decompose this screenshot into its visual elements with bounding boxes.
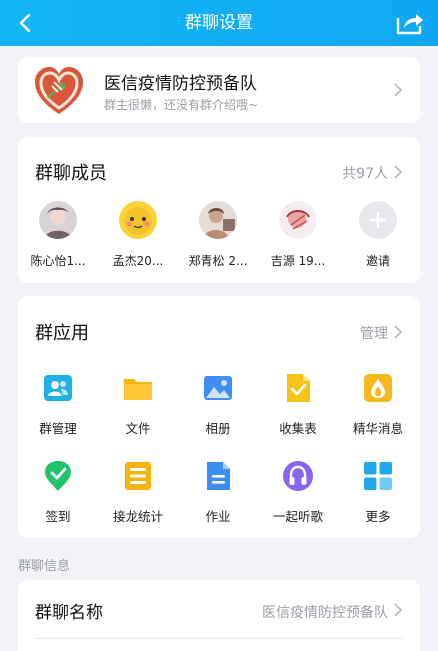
member-count-link[interactable]: 共97人 [342, 163, 388, 183]
page-title: 群聊设置 [185, 13, 253, 33]
member-name: 吉源 19... [270, 254, 326, 268]
members-section-title: 群聊成员 [35, 163, 107, 184]
invite-label: 邀请 [365, 254, 390, 268]
more-apps-icon [364, 462, 392, 490]
group-profile-card[interactable]: 医信疫情防控预备队 群主很懒，还没有群介绍哦~ [18, 57, 420, 123]
apps-section-title: 群应用 [35, 323, 89, 344]
group-info-section-label: 群聊信息 [18, 559, 71, 574]
invite-button[interactable]: 邀请 [338, 201, 418, 269]
member-item[interactable]: 陈心怡1... [18, 201, 98, 269]
app-label: 一起听歌 [272, 509, 323, 524]
app-label: 相册 [205, 421, 231, 436]
divider [35, 638, 403, 639]
top-bar: 群聊设置 [0, 0, 438, 46]
group-name: 医信疫情防控预备队 [104, 74, 257, 94]
relay-stats-icon [125, 462, 151, 490]
chevron-right-icon [394, 603, 403, 617]
group-description: 群主很懒，还没有群介绍哦~ [104, 98, 259, 112]
app-label: 签到 [45, 509, 71, 524]
app-homework[interactable]: 作业 [178, 460, 258, 525]
app-listen-together[interactable]: 一起听歌 [258, 460, 338, 525]
app-check-in[interactable]: 签到 [18, 460, 98, 525]
check-in-icon [45, 461, 71, 491]
group-name-row-label: 群聊名称 [35, 603, 103, 623]
app-label: 接龙统计 [112, 509, 163, 524]
avatar [39, 201, 77, 239]
app-label: 作业 [205, 509, 231, 524]
app-photo-album[interactable]: 相册 [178, 372, 258, 437]
member-item[interactable]: 吉源 19... [258, 201, 338, 269]
chevron-right-icon[interactable] [393, 324, 403, 340]
listen-music-icon [283, 461, 313, 491]
members-card: 群聊成员 共97人 陈心怡1... 孟杰20... 郑青松 2... 吉源 19… [18, 137, 420, 283]
app-label: 群管理 [39, 421, 77, 436]
app-collect-form[interactable]: 收集表 [258, 372, 338, 437]
member-name: 陈心怡1... [30, 254, 86, 268]
essence-icon [364, 374, 392, 402]
photo-album-icon [204, 376, 232, 400]
homework-icon [207, 462, 230, 490]
folder-icon [124, 379, 152, 400]
plus-icon [359, 201, 397, 239]
app-label: 收集表 [279, 421, 317, 436]
manage-apps-link[interactable]: 管理 [360, 323, 388, 343]
member-item[interactable]: 郑青松 2... [178, 201, 258, 269]
collect-form-icon [287, 374, 310, 402]
group-manage-icon [44, 375, 72, 401]
chevron-right-icon [394, 83, 403, 97]
member-item[interactable]: 孟杰20... [98, 201, 178, 269]
app-label: 更多 [365, 509, 391, 524]
app-relay-stats[interactable]: 接龙统计 [98, 460, 178, 525]
chevron-right-icon[interactable] [393, 164, 403, 180]
share-icon[interactable] [394, 8, 426, 38]
group-info-card: 群聊名称 医信疫情防控预备队 [18, 580, 420, 651]
app-label: 文件 [125, 421, 151, 436]
member-name: 孟杰20... [112, 254, 164, 268]
group-name-row-value: 医信疫情防控预备队 [262, 605, 388, 621]
avatar [279, 201, 317, 239]
group-apps-card: 群应用 管理 群管理 文件 相册 收集表 精华消息 签到 接龙统计 作业 一起听… [18, 296, 420, 538]
app-files[interactable]: 文件 [98, 372, 178, 437]
member-name: 郑青松 2... [188, 254, 248, 268]
avatar [199, 201, 237, 239]
group-logo-heart-icon [35, 67, 83, 114]
app-more[interactable]: 更多 [338, 460, 418, 525]
app-label: 精华消息 [352, 421, 403, 436]
group-name-row[interactable]: 群聊名称 医信疫情防控预备队 [18, 580, 420, 638]
avatar [119, 201, 157, 239]
app-group-manage[interactable]: 群管理 [18, 372, 98, 437]
app-essence-messages[interactable]: 精华消息 [338, 372, 418, 437]
